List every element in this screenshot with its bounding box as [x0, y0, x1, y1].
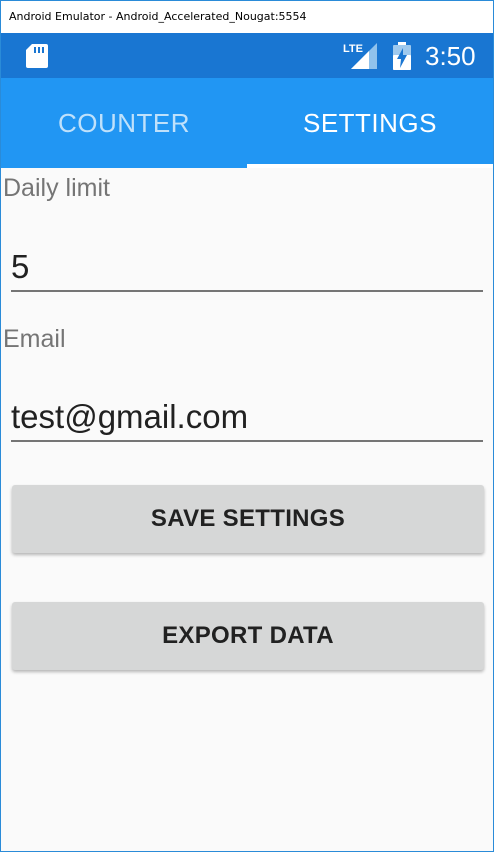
status-bar: LTE 3:50 [1, 33, 493, 78]
window-titlebar: Android Emulator - Android_Accelerated_N… [1, 1, 493, 33]
tab-settings[interactable]: SETTINGS [247, 78, 493, 168]
tab-bar: COUNTER SETTINGS [1, 78, 493, 168]
daily-limit-label: Daily limit [3, 174, 110, 202]
email-label: Email [3, 325, 66, 353]
lte-signal-icon: LTE [343, 43, 377, 69]
tab-counter[interactable]: COUNTER [1, 78, 247, 168]
window-title: Android Emulator - Android_Accelerated_N… [9, 10, 307, 23]
export-data-button[interactable]: EXPORT DATA [12, 602, 484, 670]
selected-tab-indicator [247, 164, 493, 168]
email-field[interactable] [11, 394, 483, 442]
save-settings-button[interactable]: SAVE SETTINGS [12, 485, 484, 553]
emulator-window: Android Emulator - Android_Accelerated_N… [0, 0, 494, 852]
sd-card-icon [26, 44, 48, 68]
battery-charging-icon [393, 42, 411, 70]
daily-limit-field[interactable] [11, 244, 483, 292]
network-type-label: LTE [343, 43, 363, 55]
status-clock: 3:50 [425, 41, 476, 71]
